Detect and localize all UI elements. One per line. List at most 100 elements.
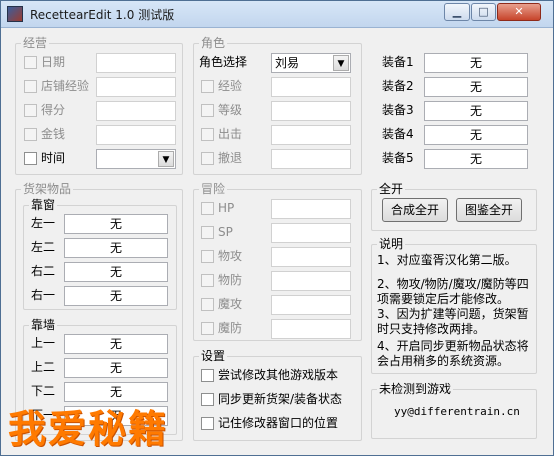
retreat-field[interactable] xyxy=(271,149,351,169)
mag-def-checkbox[interactable] xyxy=(201,322,214,335)
retreat-checkbox[interactable] xyxy=(201,152,214,165)
sync-status-checkbox[interactable] xyxy=(201,393,214,406)
money-field[interactable] xyxy=(96,125,176,145)
note-4: 4、开启同步更新物品状态将会占用稍多的系统资源。 xyxy=(377,339,529,368)
time-checkbox[interactable] xyxy=(24,152,37,165)
phys-def-label: 物防 xyxy=(218,273,243,287)
author-email: yy@differentrain.cn xyxy=(394,405,520,418)
note-3: 3、因为扩建等问题，货架暂时只支持修改两排。 xyxy=(377,307,529,336)
status-text: 未检测到游戏 xyxy=(377,382,454,396)
money-checkbox[interactable] xyxy=(24,128,37,141)
phys-atk-field[interactable] xyxy=(271,247,351,267)
level-field[interactable] xyxy=(271,101,351,121)
minimize-icon: ▁ xyxy=(452,5,462,18)
right1-label: 右一 xyxy=(31,288,56,302)
character-select-value: 刘易 xyxy=(275,56,300,70)
score-checkbox[interactable] xyxy=(24,104,37,117)
equip1-field[interactable]: 无 xyxy=(424,53,528,73)
close-icon: ✕ xyxy=(514,5,524,18)
right2-label: 右二 xyxy=(31,264,56,278)
wall-shelf-legend: 靠墙 xyxy=(29,318,58,332)
craft-unlock-button[interactable]: 合成全开 xyxy=(382,198,448,222)
score-label: 得分 xyxy=(41,103,66,117)
left1-field[interactable]: 无 xyxy=(64,214,168,234)
top1-field[interactable]: 无 xyxy=(64,334,168,354)
other-version-checkbox[interactable] xyxy=(201,369,214,382)
mag-atk-label: 魔攻 xyxy=(218,297,243,311)
shop-exp-checkbox[interactable] xyxy=(24,80,37,93)
right2-field[interactable]: 无 xyxy=(64,262,168,282)
hp-checkbox[interactable] xyxy=(201,202,214,215)
equip5-label: 装备5 xyxy=(382,151,414,165)
note-2: 2、物攻/物防/魔攻/魔防等四项需要锁定后才能修改。 xyxy=(377,277,529,306)
bottom2-label: 下二 xyxy=(31,384,56,398)
sync-status-label: 同步更新货架/装备状态 xyxy=(218,392,343,406)
equip3-field[interactable]: 无 xyxy=(424,101,528,121)
sp-checkbox[interactable] xyxy=(201,226,214,239)
money-label: 金钱 xyxy=(41,127,66,141)
left2-label: 左二 xyxy=(31,240,56,254)
shop-exp-field[interactable] xyxy=(96,77,176,97)
remember-position-label: 记住修改器窗口的位置 xyxy=(218,416,339,430)
business-legend: 经营 xyxy=(21,36,50,50)
equip4-label: 装备4 xyxy=(382,127,414,141)
right1-field[interactable]: 无 xyxy=(64,286,168,306)
char-exp-field[interactable] xyxy=(271,77,351,97)
top1-label: 上一 xyxy=(31,336,56,350)
level-label: 等级 xyxy=(218,103,243,117)
equip3-label: 装备3 xyxy=(382,103,414,117)
equip4-field[interactable]: 无 xyxy=(424,125,528,145)
maximize-icon: □ xyxy=(478,5,489,18)
other-version-label: 尝试修改其他游戏版本 xyxy=(218,368,339,382)
unlock-legend: 全开 xyxy=(377,182,406,196)
chevron-down-icon[interactable]: ▼ xyxy=(333,55,349,71)
minimize-button[interactable]: ▁ xyxy=(444,3,470,21)
watermark: 我爱秘籍 xyxy=(8,406,169,451)
char-exp-label: 经验 xyxy=(218,79,243,93)
mag-atk-field[interactable] xyxy=(271,295,351,315)
character-legend: 角色 xyxy=(199,36,228,50)
hp-label: HP xyxy=(218,201,235,215)
note-1: 1、对应蛮胥汉化第二版。 xyxy=(377,253,517,267)
equip5-field[interactable]: 无 xyxy=(424,149,528,169)
char-exp-checkbox[interactable] xyxy=(201,80,214,93)
phys-def-field[interactable] xyxy=(271,271,351,291)
character-select[interactable]: 刘易 ▼ xyxy=(271,53,351,73)
shelf-legend: 货架物品 xyxy=(21,182,74,196)
maximize-button[interactable]: □ xyxy=(471,3,496,21)
mag-def-field[interactable] xyxy=(271,319,351,339)
left2-field[interactable]: 无 xyxy=(64,238,168,258)
chevron-down-icon[interactable]: ▼ xyxy=(158,151,174,167)
sortie-label: 出击 xyxy=(218,127,243,141)
equip2-field[interactable]: 无 xyxy=(424,77,528,97)
window-title: RecettearEdit 1.0 测试版 xyxy=(30,8,175,22)
settings-legend: 设置 xyxy=(199,349,228,363)
time-label: 时间 xyxy=(41,151,66,165)
book-unlock-button[interactable]: 图鉴全开 xyxy=(456,198,522,222)
mag-atk-checkbox[interactable] xyxy=(201,298,214,311)
equip1-label: 装备1 xyxy=(382,55,414,69)
app-icon xyxy=(7,6,23,22)
equip2-label: 装备2 xyxy=(382,79,414,93)
left1-label: 左一 xyxy=(31,216,56,230)
window-shelf-legend: 靠窗 xyxy=(29,198,58,212)
score-field[interactable] xyxy=(96,101,176,121)
hp-field[interactable] xyxy=(271,199,351,219)
date-label: 日期 xyxy=(41,55,66,69)
remember-position-checkbox[interactable] xyxy=(201,417,214,430)
date-field[interactable] xyxy=(96,53,176,73)
phys-atk-label: 物攻 xyxy=(218,249,243,263)
top2-field[interactable]: 无 xyxy=(64,358,168,378)
level-checkbox[interactable] xyxy=(201,104,214,117)
phys-def-checkbox[interactable] xyxy=(201,274,214,287)
mag-def-label: 魔防 xyxy=(218,321,243,335)
adventure-legend: 冒险 xyxy=(199,182,228,196)
date-checkbox[interactable] xyxy=(24,56,37,69)
phys-atk-checkbox[interactable] xyxy=(201,250,214,263)
sortie-field[interactable] xyxy=(271,125,351,145)
close-button[interactable]: ✕ xyxy=(497,3,541,21)
character-select-label: 角色选择 xyxy=(199,55,248,69)
sp-field[interactable] xyxy=(271,223,351,243)
sortie-checkbox[interactable] xyxy=(201,128,214,141)
time-select[interactable]: ▼ xyxy=(96,149,176,169)
